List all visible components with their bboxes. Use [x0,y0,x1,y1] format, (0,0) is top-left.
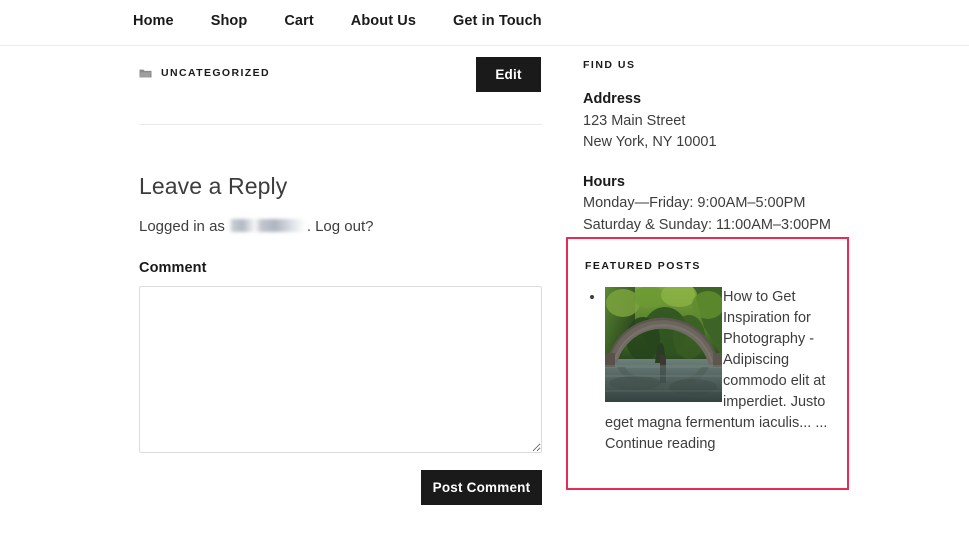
continue-reading-link[interactable]: Continue reading [605,434,830,455]
widget-title-featured-posts: Featured Posts [585,260,701,272]
entry-footer: Uncategorized Edit [139,46,542,124]
stone-arch-bridge-image [605,287,722,402]
category-link-uncategorized[interactable]: Uncategorized [161,67,270,79]
hours-heading: Hours [583,173,625,190]
featured-post-thumbnail-link[interactable] [605,287,722,402]
post-comment-button[interactable]: Post Comment [421,470,542,505]
comment-submit-row: Post Comment [139,470,542,505]
site-header: Home Shop Cart About Us Get in Touch [0,0,969,46]
address-line-2: New York, NY 10001 [583,134,717,150]
log-out-link[interactable]: Log out? [315,216,373,237]
widget-find-us: Find Us Address 123 Main Street New York… [583,46,849,236]
main-navigation: Home Shop Cart About Us Get in Touch [133,11,542,31]
logged-in-separator: . [306,218,312,235]
edit-post-button[interactable]: Edit [476,57,541,92]
nav-item-home[interactable]: Home [133,11,174,31]
widget-title-find-us: Find Us [583,59,636,71]
hours-line-1: Monday—Friday: 9:00AM–5:00PM [583,195,806,211]
main-content-column: Uncategorized Edit Leave a Reply Logged … [139,46,542,505]
comment-textarea[interactable] [139,286,542,453]
nav-item-about-us[interactable]: About Us [351,11,416,31]
nav-item-get-in-touch[interactable]: Get in Touch [453,11,542,31]
featured-post-item: How to Get Inspiration for Photography -… [605,287,830,455]
find-us-body: Address 123 Main Street New York, NY 100… [583,89,849,236]
hours-group: Hours Monday—Friday: 9:00AM–5:00PM Satur… [583,172,849,237]
address-group: Address 123 Main Street New York, NY 100… [583,89,849,154]
sidebar: Find Us Address 123 Main Street New York… [566,46,849,490]
logged-in-prefix: Logged in as [139,218,225,235]
comment-field-label: Comment [139,260,207,276]
leave-a-reply-title: Leave a Reply [139,173,288,199]
comment-respond-area: Leave a Reply Logged in as . Log out? Co… [139,125,542,505]
logged-in-as-notice: Logged in as . Log out? [139,216,542,237]
hours-line-2: Saturday & Sunday: 11:00AM–3:00PM [583,216,831,233]
nav-item-cart[interactable]: Cart [284,11,313,31]
folder-icon [139,68,152,79]
nav-item-shop[interactable]: Shop [211,11,248,31]
widget-featured-posts: Featured Posts [566,237,849,490]
address-heading: Address [583,91,642,107]
category-links: Uncategorized [139,67,270,79]
address-line-1: 123 Main Street [583,112,686,129]
featured-posts-list: How to Get Inspiration for Photography -… [585,287,830,455]
logged-in-username-redacted [228,219,306,232]
